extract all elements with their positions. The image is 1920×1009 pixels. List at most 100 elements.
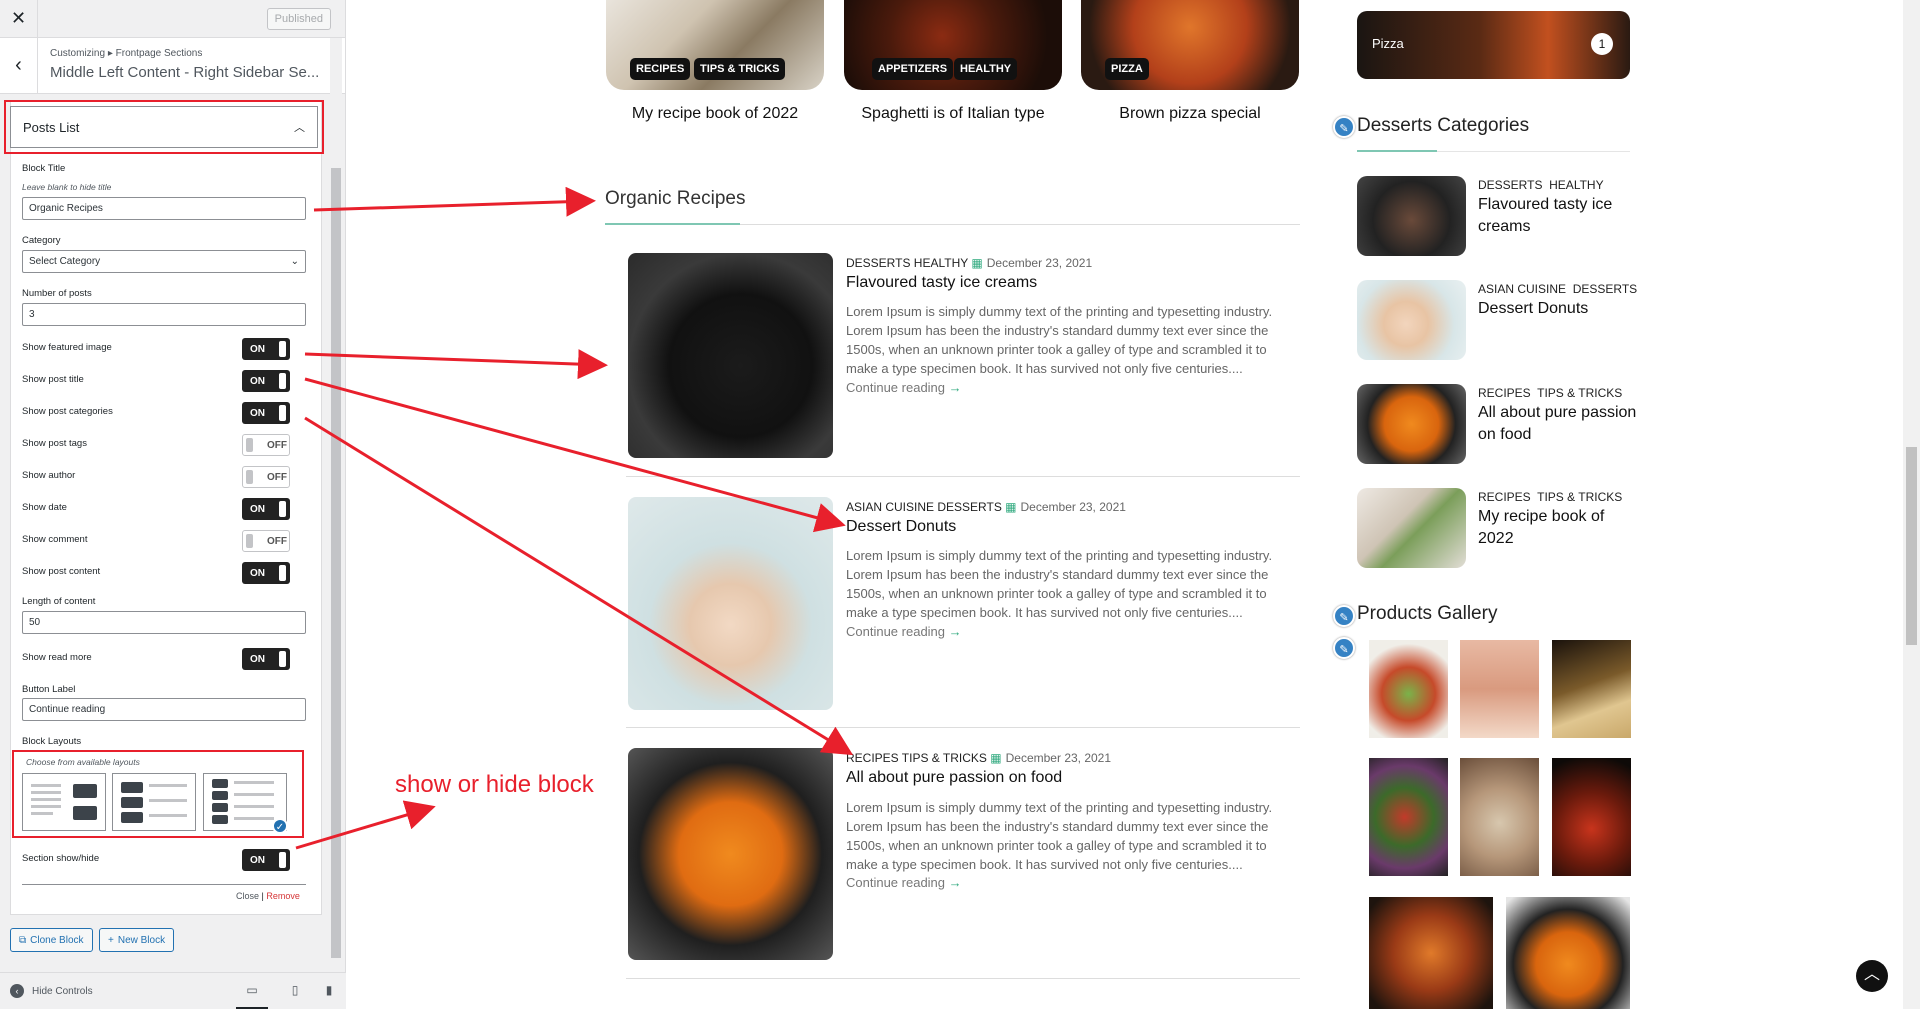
edit-pencil-icon[interactable]: ✎ bbox=[1333, 637, 1355, 659]
post-image[interactable] bbox=[628, 253, 833, 458]
toggle-switch[interactable]: ON bbox=[242, 402, 290, 424]
gallery-image[interactable] bbox=[1552, 640, 1631, 738]
section-show-toggle[interactable]: ON bbox=[242, 849, 290, 871]
toggle-switch[interactable]: OFF bbox=[242, 466, 290, 488]
post-image[interactable] bbox=[628, 497, 833, 710]
toggle-switch[interactable]: ON bbox=[242, 498, 290, 520]
widget-post-title[interactable]: My recipe book of 2022 bbox=[1478, 506, 1618, 550]
button-label-input[interactable]: Continue reading bbox=[22, 698, 306, 721]
back-to-top-button[interactable]: ︿ bbox=[1856, 960, 1888, 992]
card-tag[interactable]: HEALTHY bbox=[954, 58, 1018, 80]
post-title[interactable]: Dessert Donuts bbox=[846, 518, 956, 536]
widget-post-thumb[interactable] bbox=[1357, 384, 1466, 464]
edit-pencil-icon[interactable]: ✎ bbox=[1333, 116, 1355, 138]
page-scroll-thumb[interactable] bbox=[1906, 447, 1917, 645]
card-tag[interactable]: RECIPES bbox=[630, 58, 691, 80]
length-input[interactable]: 50 bbox=[22, 611, 306, 634]
edit-pencil-icon[interactable]: ✎ bbox=[1333, 605, 1355, 627]
card-image-3[interactable]: PIZZA bbox=[1081, 0, 1299, 90]
calendar-icon: ▦ bbox=[1005, 500, 1017, 514]
card-image-2[interactable]: APPETIZERS HEALTHY bbox=[844, 0, 1062, 90]
toggle-switch[interactable]: ON bbox=[242, 370, 290, 392]
card-tag[interactable]: APPETIZERS bbox=[872, 58, 954, 80]
close-link[interactable]: Close bbox=[236, 891, 259, 901]
card-title[interactable]: My recipe book of 2022 bbox=[606, 105, 824, 123]
post-image[interactable] bbox=[628, 748, 833, 960]
post-categories[interactable]: DESSERTS HEALTHY bbox=[846, 256, 968, 270]
toggle-switch[interactable]: ON bbox=[242, 338, 290, 360]
gallery-image[interactable] bbox=[1552, 758, 1631, 876]
widget-cat[interactable]: RECIPES bbox=[1478, 386, 1531, 400]
hide-controls-button[interactable]: ‹ Hide Controls bbox=[10, 984, 93, 998]
remove-link[interactable]: Remove bbox=[266, 891, 300, 901]
card-image-1[interactable]: RECIPES TIPS & TRICKS bbox=[606, 0, 824, 90]
published-button[interactable]: Published bbox=[266, 7, 331, 30]
widget-cat[interactable]: DESSERTS bbox=[1478, 178, 1542, 192]
block-title-input[interactable]: Organic Recipes bbox=[22, 197, 306, 220]
category-pizza-label[interactable]: Pizza bbox=[1372, 36, 1404, 51]
toggle-label: Show comment bbox=[22, 534, 88, 545]
widget-cat[interactable]: DESSERTS bbox=[1573, 282, 1637, 296]
widget-post-cats: ASIAN CUISINE DESSERTS bbox=[1478, 282, 1637, 296]
widget-post-title[interactable]: Flavoured tasty ice creams bbox=[1478, 194, 1638, 238]
widget-post-thumb[interactable] bbox=[1357, 488, 1466, 568]
panel-scroll-thumb[interactable] bbox=[331, 168, 341, 958]
gallery-image[interactable] bbox=[1369, 758, 1448, 876]
read-more-link[interactable]: Continue reading → bbox=[846, 875, 962, 890]
post-categories[interactable]: ASIAN CUISINE DESSERTS bbox=[846, 500, 1002, 514]
gallery-image[interactable] bbox=[1460, 640, 1539, 738]
layout-option-1[interactable] bbox=[22, 773, 106, 831]
widget-post-title[interactable]: All about pure passion on food bbox=[1478, 402, 1638, 446]
toggle-switch[interactable]: OFF bbox=[242, 530, 290, 552]
chevron-up-icon[interactable]: ︿ bbox=[294, 119, 305, 135]
layouts-desc: Choose from available layouts bbox=[26, 757, 140, 767]
gallery-image[interactable] bbox=[1369, 897, 1493, 1009]
mobile-icon[interactable]: ▮ bbox=[322, 983, 336, 997]
block-accordion-header[interactable]: Posts List ︿ bbox=[10, 106, 318, 148]
widget-cat[interactable]: HEALTHY bbox=[1549, 178, 1603, 192]
back-arrow-icon[interactable]: ‹ bbox=[0, 38, 38, 93]
device-preview-switcher: ▭ ▯ ▮ bbox=[236, 983, 336, 1009]
toggle-label: Show featured image bbox=[22, 342, 112, 353]
close-icon[interactable]: ✕ bbox=[0, 0, 38, 38]
num-posts-input[interactable]: 3 bbox=[22, 303, 306, 326]
card-tag[interactable]: TIPS & TRICKS bbox=[694, 58, 786, 80]
annotation-label: show or hide block bbox=[395, 771, 594, 798]
breadcrumb-sep: ▸ bbox=[107, 48, 113, 59]
new-block-button[interactable]: + New Block bbox=[99, 928, 175, 952]
gallery-image[interactable] bbox=[1369, 640, 1448, 738]
toggle-switch[interactable]: ON bbox=[242, 562, 290, 584]
widget-post-title[interactable]: Dessert Donuts bbox=[1478, 298, 1638, 320]
widget-cat[interactable]: ASIAN CUISINE bbox=[1478, 282, 1566, 296]
read-more-link[interactable]: Continue reading → bbox=[846, 624, 962, 639]
gallery-image[interactable] bbox=[1460, 758, 1539, 876]
widget-post-thumb[interactable] bbox=[1357, 280, 1466, 360]
clone-block-button[interactable]: ⧉ Clone Block bbox=[10, 928, 93, 952]
card-tag[interactable]: PIZZA bbox=[1105, 58, 1149, 80]
tablet-icon[interactable]: ▯ bbox=[288, 983, 302, 997]
card-title[interactable]: Spaghetti is of Italian type bbox=[844, 105, 1062, 123]
post-title[interactable]: All about pure passion on food bbox=[846, 769, 1062, 787]
toggle-label: Show post content bbox=[22, 566, 101, 577]
desktop-icon[interactable]: ▭ bbox=[236, 983, 268, 1009]
category-select[interactable]: Select Category ⌄ bbox=[22, 250, 306, 273]
post-categories[interactable]: RECIPES TIPS & TRICKS bbox=[846, 751, 987, 765]
num-posts-label: Number of posts bbox=[22, 288, 92, 299]
section-heading-accent bbox=[605, 223, 740, 225]
widget-cat[interactable]: RECIPES bbox=[1478, 490, 1531, 504]
read-more-toggle[interactable]: ON bbox=[242, 648, 290, 670]
arrow-right-icon: → bbox=[948, 624, 962, 639]
clone-icon: ⧉ bbox=[19, 934, 27, 946]
widget-title-accent bbox=[1357, 150, 1437, 152]
read-more-link[interactable]: Continue reading → bbox=[846, 380, 962, 395]
post-meta: DESSERTS HEALTHY ▦ December 23, 2021 bbox=[846, 256, 1092, 270]
widget-post-thumb[interactable] bbox=[1357, 176, 1466, 256]
gallery-image[interactable] bbox=[1506, 897, 1630, 1009]
layout-option-2[interactable] bbox=[112, 773, 196, 831]
toggle-switch[interactable]: OFF bbox=[242, 434, 290, 456]
card-title[interactable]: Brown pizza special bbox=[1081, 105, 1299, 123]
chevron-up-icon: ︿ bbox=[1863, 966, 1880, 983]
widget-cat[interactable]: TIPS & TRICKS bbox=[1537, 386, 1622, 400]
post-title[interactable]: Flavoured tasty ice creams bbox=[846, 274, 1037, 292]
widget-cat[interactable]: TIPS & TRICKS bbox=[1537, 490, 1622, 504]
